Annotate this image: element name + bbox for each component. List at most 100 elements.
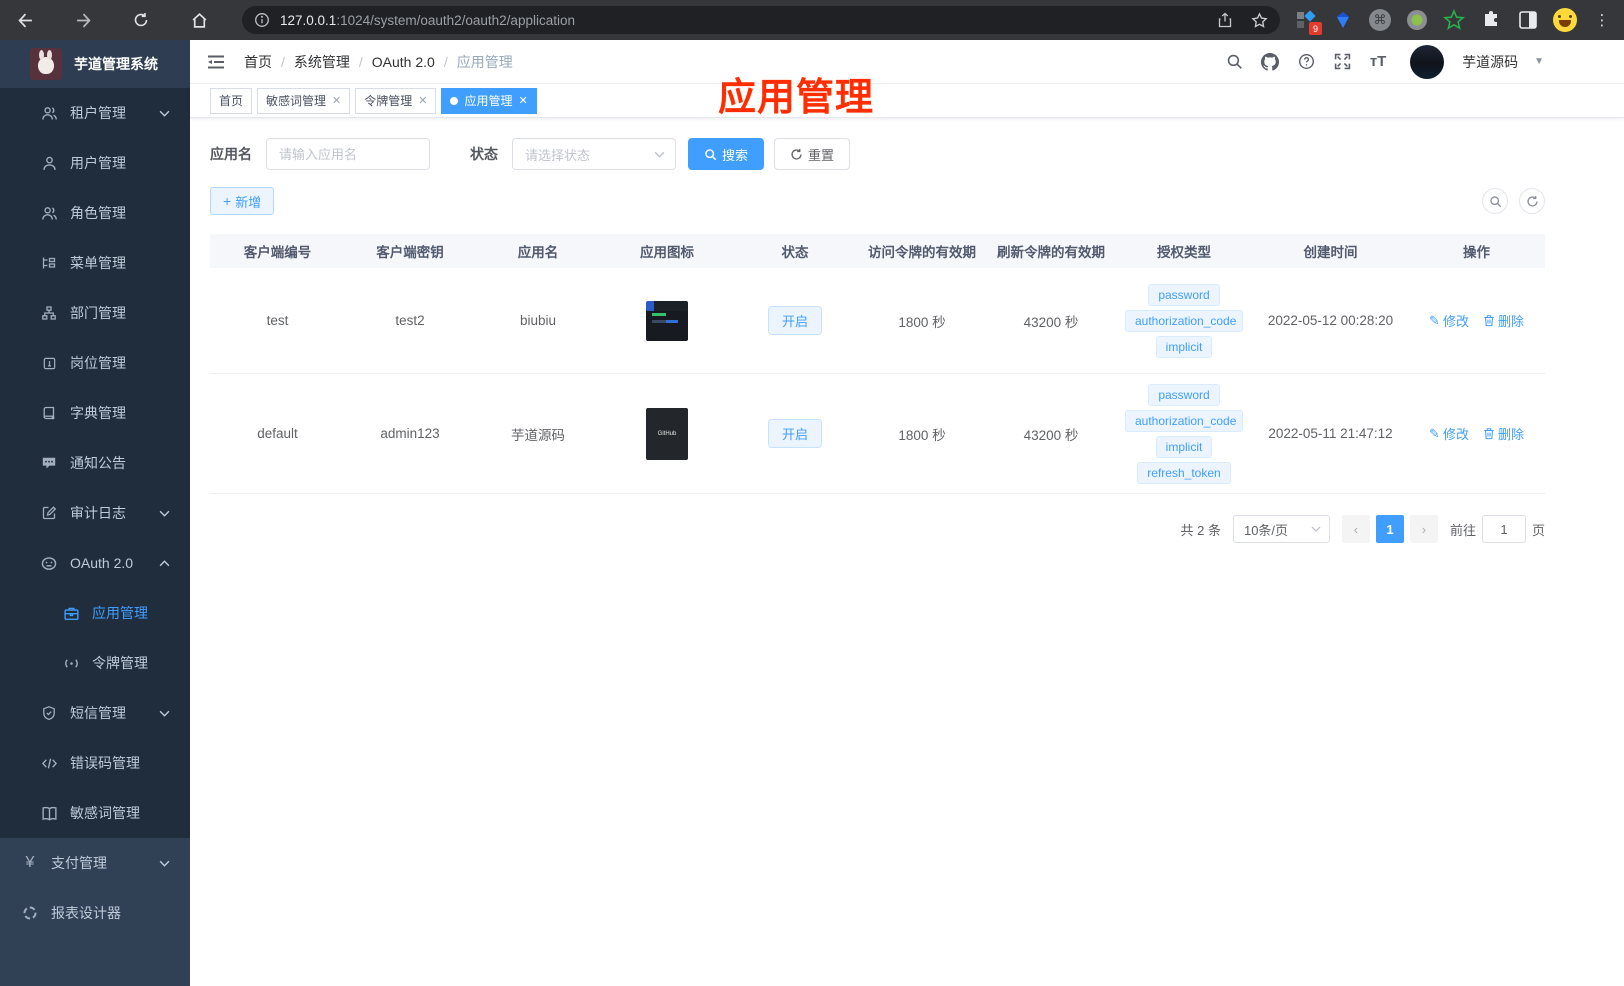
sidebar-item-sms[interactable]: 短信管理 (0, 688, 190, 738)
tab-label: 敏感词管理 (266, 94, 327, 108)
sidebar-item-dict[interactable]: 字典管理 (0, 388, 190, 438)
goto-page-input[interactable] (1481, 515, 1526, 543)
sidebar-item-oauth-application[interactable]: 应用管理 (0, 588, 190, 638)
delete-link[interactable]: 删除 (1483, 424, 1524, 443)
table-header-row: 客户端编号 客户端密钥 应用名 应用图标 状态 访问令牌的有效期 刷新令牌的有效… (210, 234, 1545, 268)
chevron-down-icon (159, 510, 170, 517)
url-text[interactable]: 127.0.0.1:1024/system/oauth2/oauth2/appl… (280, 13, 1202, 28)
refresh-table-button[interactable] (1519, 188, 1545, 214)
breadcrumb-separator: / (443, 53, 448, 70)
sidebar-collapse-icon[interactable] (206, 51, 228, 73)
app-name-label: 应用名 (210, 146, 252, 162)
grant-type-tag: refresh_token (1137, 461, 1231, 484)
search-icon[interactable] (1224, 52, 1244, 72)
edit-link[interactable]: ✎ 修改 (1429, 424, 1469, 443)
edit-label: 修改 (1442, 314, 1469, 329)
app-title: 芋道管理系统 (74, 56, 158, 72)
pagination: 共 2 条 10条/页 ‹ 1 › 前往 页 (210, 515, 1545, 543)
wallet-extension-icon[interactable]: 9 (1294, 8, 1322, 35)
site-info-icon[interactable] (254, 12, 270, 28)
green-star-extension-icon[interactable] (1442, 8, 1466, 32)
status-select[interactable]: 请选择状态 (512, 138, 676, 170)
breadcrumb-system[interactable]: 系统管理 (294, 52, 350, 72)
close-icon[interactable]: ✕ (418, 94, 427, 107)
address-bar[interactable]: 127.0.0.1:1024/system/oauth2/oauth2/appl… (242, 6, 1280, 34)
sidebar-item-dept[interactable]: 部门管理 (0, 288, 190, 338)
user-avatar[interactable] (1410, 44, 1445, 79)
sidebar-item-user[interactable]: 用户管理 (0, 138, 190, 188)
tab-application-active[interactable]: 应用管理 ✕ (441, 87, 537, 114)
sidebar-item-notice[interactable]: 通知公告 (0, 438, 190, 488)
bookmark-star-icon[interactable] (1248, 9, 1270, 31)
breadcrumb-home[interactable]: 首页 (244, 52, 272, 72)
app-icon-thumbnail: GitHub (646, 407, 688, 460)
browser-back-icon[interactable] (10, 5, 40, 35)
gem-extension-icon[interactable] (1331, 8, 1355, 32)
sidebar-item-label: 令牌管理 (92, 655, 148, 671)
close-icon[interactable]: ✕ (519, 94, 528, 107)
sidebar-item-label: 报表设计器 (51, 905, 121, 921)
browser-forward-icon[interactable] (68, 5, 98, 35)
sidebar-item-post[interactable]: 岗位管理 (0, 338, 190, 388)
sidebar-item-audit-log[interactable]: 审计日志 (0, 488, 190, 538)
share-icon[interactable] (1214, 9, 1236, 31)
browser-menu-icon[interactable]: ⋮ (1590, 8, 1614, 32)
split-screen-icon[interactable] (1516, 8, 1540, 32)
cell-create-time: 2022-05-11 21:47:12 (1268, 426, 1393, 441)
close-icon[interactable]: ✕ (332, 94, 341, 107)
navbar: 首页 / 系统管理 / OAuth 2.0 / 应用管理 ᴛT 芋道源码 ▼ (190, 40, 1624, 84)
browser-home-icon[interactable] (184, 5, 214, 35)
page-unit-label: 页 (1531, 522, 1545, 538)
tab-sensitive-word[interactable]: 敏感词管理 ✕ (257, 87, 351, 114)
cell-access-token-validity: 1800 秒 (898, 427, 946, 443)
next-page-button[interactable]: › (1409, 515, 1438, 543)
cell-status: 开启 (733, 411, 857, 456)
page-size-select[interactable]: 10条/页 (1232, 515, 1330, 543)
tab-token[interactable]: 令牌管理 ✕ (355, 87, 437, 114)
delete-link[interactable]: 删除 (1483, 311, 1524, 330)
sidebar-item-menu[interactable]: 菜单管理 (0, 238, 190, 288)
add-button[interactable]: + 新增 (210, 187, 275, 215)
search-button[interactable]: 搜索 (688, 138, 765, 170)
sidebar-item-oauth-token[interactable]: 令牌管理 (0, 638, 190, 688)
col-actions: 操作 (1463, 245, 1490, 260)
edit-link[interactable]: ✎ 修改 (1429, 311, 1469, 330)
breadcrumb-oauth[interactable]: OAuth 2.0 (372, 54, 435, 70)
puzzle-extensions-icon[interactable] (1479, 8, 1503, 32)
announcement-icon (40, 454, 58, 472)
status-enabled-tag[interactable]: 开启 (767, 306, 822, 335)
github-icon[interactable] (1260, 52, 1280, 72)
help-icon[interactable] (1296, 52, 1316, 72)
sidebar-item-sensitive-word[interactable]: 敏感词管理 (0, 788, 190, 838)
font-size-icon[interactable]: ᴛT (1368, 52, 1388, 72)
browser-refresh-icon[interactable] (126, 5, 156, 35)
record-extension-icon[interactable] (1405, 8, 1429, 32)
app-name-input[interactable] (266, 138, 430, 170)
reset-button[interactable]: 重置 (774, 138, 851, 170)
shield-icon (40, 704, 58, 722)
col-create-time: 创建时间 (1303, 245, 1358, 260)
tab-home[interactable]: 首页 (210, 87, 253, 114)
sidebar-item-payment[interactable]: ¥ 支付管理 (0, 838, 190, 888)
current-page-button[interactable]: 1 (1375, 515, 1404, 543)
sidebar-item-label: 用户管理 (70, 155, 126, 171)
sidebar-item-oauth[interactable]: OAuth 2.0 (0, 538, 190, 588)
status-enabled-tag[interactable]: 开启 (767, 419, 822, 448)
sidebar-item-tenant[interactable]: 租户管理 (0, 88, 190, 138)
cell-refresh-token-validity: 43200 秒 (1023, 314, 1079, 330)
goto-label: 前往 (1449, 522, 1476, 538)
sidebar-item-label: 审计日志 (70, 505, 126, 521)
sidebar-item-report-designer[interactable]: 报表设计器 (0, 888, 190, 938)
fullscreen-icon[interactable] (1332, 52, 1352, 72)
pagination-total: 共 2 条 (1180, 522, 1221, 538)
command-extension-icon[interactable]: ⌘ (1368, 8, 1392, 32)
profile-avatar-icon[interactable] (1553, 8, 1577, 32)
applications-table: 客户端编号 客户端密钥 应用名 应用图标 状态 访问令牌的有效期 刷新令牌的有效… (210, 234, 1545, 494)
sidebar-item-role[interactable]: 角色管理 (0, 188, 190, 238)
trash-icon (1484, 315, 1494, 327)
prev-page-button[interactable]: ‹ (1341, 515, 1370, 543)
sidebar-item-errcode[interactable]: 错误码管理 (0, 738, 190, 788)
user-menu-caret-icon[interactable]: ▼ (1534, 56, 1544, 67)
show-search-toggle-button[interactable] (1482, 188, 1508, 214)
sidebar-logo[interactable]: 芋道管理系统 (0, 40, 190, 88)
